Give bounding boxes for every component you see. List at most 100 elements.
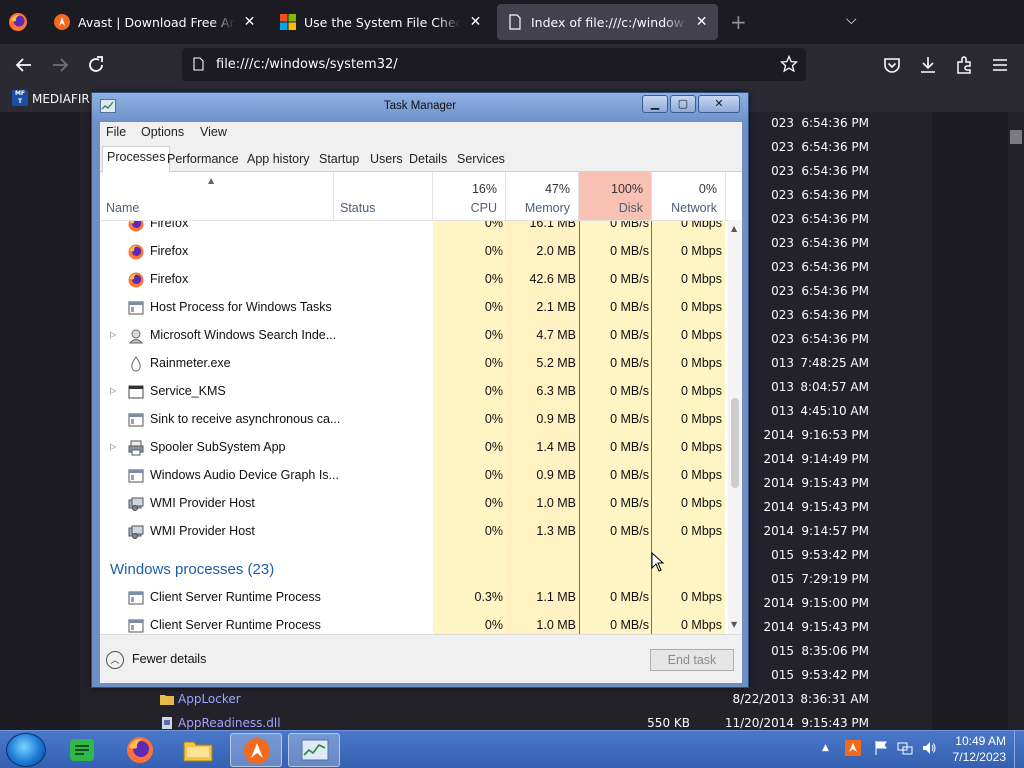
back-arrow-icon[interactable] xyxy=(13,54,35,76)
process-row[interactable]: ▷ Microsoft Windows Search Inde... 0% 4.7 M… xyxy=(100,322,728,350)
process-network: 0 Mbps xyxy=(681,384,722,398)
process-row[interactable]: Sink to receive asynchronous ca... 0% 0.9 … xyxy=(100,406,728,434)
tab-close-icon[interactable]: ✕ xyxy=(243,14,256,30)
end-task-button[interactable]: End task xyxy=(650,649,734,671)
process-disk: 0 MB/s xyxy=(610,272,649,286)
process-disk: 0 MB/s xyxy=(610,524,649,538)
firefox-menu-icon[interactable] xyxy=(8,12,28,32)
memory-total-percent: 47% xyxy=(544,182,570,196)
taskbar-app-avast[interactable] xyxy=(230,733,282,767)
process-row[interactable]: ▷ Spooler SubSystem App 0% 1.4 MB 0 MB/s 0 Mb… xyxy=(100,434,728,462)
process-row[interactable]: Firefox 0% 42.6 MB 0 MB/s 0 Mbps xyxy=(100,266,728,294)
hamburger-menu-icon[interactable] xyxy=(989,54,1011,76)
close-button[interactable]: ✕ xyxy=(698,95,740,113)
process-row[interactable]: WMI Provider Host 0% 1.0 MB 0 MB/s 0 Mbps xyxy=(100,490,728,518)
page-info-icon[interactable] xyxy=(192,57,206,71)
tab-close-icon[interactable]: ✕ xyxy=(469,14,482,30)
column-header-cpu[interactable]: 16% CPU xyxy=(433,172,506,220)
expand-arrow-icon[interactable]: ▷ xyxy=(110,442,116,451)
task-manager-titlebar[interactable]: Task Manager ▁ ▢ ✕ xyxy=(92,93,748,121)
scrollbar-thumb[interactable] xyxy=(731,398,739,488)
group-header-windows-processes[interactable]: Windows processes (23) xyxy=(110,561,274,578)
reload-icon[interactable] xyxy=(85,54,107,76)
process-row[interactable]: Client Server Runtime Process 0.3% 1.1 MB 0… xyxy=(100,584,728,612)
volume-icon[interactable] xyxy=(921,740,937,756)
tab-system-file-checker[interactable]: Use the System File Checker tool ✕ xyxy=(270,4,492,40)
taskbar-app-task-manager[interactable] xyxy=(288,733,340,767)
process-name: Client Server Runtime Process xyxy=(150,618,321,632)
menu-options[interactable]: Options xyxy=(141,125,184,139)
process-row[interactable]: Windows Audio Device Graph Is... 0% 0.9 MB… xyxy=(100,462,728,490)
avast-favicon-icon xyxy=(54,14,70,30)
column-header-memory[interactable]: 47% Memory xyxy=(506,172,579,220)
process-cpu: 0.3% xyxy=(474,590,504,604)
page-scrollbar-thumb[interactable] xyxy=(1010,130,1022,144)
downloads-icon[interactable] xyxy=(917,54,939,76)
process-list-scrollbar[interactable]: ▲ ▼ xyxy=(728,220,742,634)
taskbar-app-firefox[interactable] xyxy=(114,733,166,767)
listing-time: 9:15:43 PM xyxy=(801,500,869,514)
maximize-button[interactable]: ▢ xyxy=(670,95,696,113)
menu-view[interactable]: View xyxy=(200,125,227,139)
expand-arrow-icon[interactable]: ▷ xyxy=(110,330,116,339)
network-icon[interactable] xyxy=(897,740,913,756)
taskbar-app-notes[interactable] xyxy=(56,733,108,767)
process-row[interactable]: Host Process for Windows Tasks 0% 2.1 MB 0 … xyxy=(100,294,728,322)
tab-title: Use the System File Checker tool xyxy=(304,14,462,30)
tab-avast[interactable]: Avast | Download Free Antivirus ✕ xyxy=(44,4,266,40)
new-tab-button[interactable]: + xyxy=(730,10,747,34)
tab-close-icon[interactable]: ✕ xyxy=(695,14,708,30)
action-center-flag-icon[interactable] xyxy=(873,740,889,756)
fewer-details-link[interactable]: Fewer details xyxy=(132,652,206,666)
column-header-status[interactable]: Status xyxy=(334,172,433,220)
avast-icon xyxy=(244,738,270,764)
chevron-up-icon[interactable]: ︿ xyxy=(106,651,124,669)
tab-services[interactable]: Services xyxy=(452,148,510,172)
tab-details[interactable]: Details xyxy=(404,148,452,172)
listing-time: 9:16:53 PM xyxy=(801,428,869,442)
avast-tray-icon[interactable] xyxy=(845,740,861,756)
listing-entry-link[interactable]: AppReadiness.dll xyxy=(178,716,281,730)
column-header-disk[interactable]: 100% Disk xyxy=(579,172,652,220)
process-row[interactable]: ▷ Service_KMS 0% 6.3 MB 0 MB/s 0 Mbps xyxy=(100,378,728,406)
scroll-down-arrow-icon[interactable]: ▼ xyxy=(731,620,737,629)
list-all-tabs-icon[interactable]: ⌵ xyxy=(846,12,857,28)
clock-date[interactable]: 7/12/2023 xyxy=(953,750,1006,764)
process-row[interactable]: Rainmeter.exe 0% 5.2 MB 0 MB/s 0 Mbps xyxy=(100,350,728,378)
process-row[interactable]: Firefox 0% 2.0 MB 0 MB/s 0 Mbps xyxy=(100,238,728,266)
tab-processes[interactable]: Processes xyxy=(102,146,171,173)
bookmark-star-icon[interactable] xyxy=(780,55,798,73)
tab-startup[interactable]: Startup xyxy=(314,148,364,172)
taskbar-app-file-explorer[interactable] xyxy=(172,733,224,767)
tab-users[interactable]: Users xyxy=(365,148,408,172)
process-row[interactable]: Firefox 0% 16.1 MB 0 MB/s 0 Mbps xyxy=(100,220,728,238)
address-bar[interactable]: file:///c:/windows/system32/ xyxy=(182,48,806,81)
minimize-button[interactable]: ▁ xyxy=(642,95,668,113)
tab-app-history[interactable]: App history xyxy=(242,148,315,172)
expand-arrow-icon[interactable]: ▷ xyxy=(110,386,116,395)
firefox-icon xyxy=(128,244,144,260)
listing-entry-link[interactable]: AppLocker xyxy=(178,692,241,706)
forward-arrow-icon[interactable] xyxy=(49,54,71,76)
show-hidden-icons-icon[interactable]: ▲ xyxy=(822,743,838,759)
clock-time[interactable]: 10:49 AM xyxy=(955,734,1006,748)
scroll-up-arrow-icon[interactable]: ▲ xyxy=(731,224,737,233)
process-row[interactable]: WMI Provider Host 0% 1.3 MB 0 MB/s 0 Mbps xyxy=(100,518,728,546)
tab-performance[interactable]: Performance xyxy=(162,148,244,172)
process-row[interactable]: Client Server Runtime Process 0% 1.0 MB 0 M… xyxy=(100,612,728,634)
process-name: Service_KMS xyxy=(150,384,226,398)
window-app-icon xyxy=(128,469,144,483)
column-header-name[interactable]: Name xyxy=(100,172,334,220)
process-disk: 0 MB/s xyxy=(610,468,649,482)
bookmark-mediafire[interactable]: MEDIAFIRE xyxy=(32,92,97,106)
column-header-network[interactable]: 0% Network xyxy=(652,172,726,220)
menu-file[interactable]: File xyxy=(106,125,126,139)
process-memory: 4.7 MB xyxy=(536,328,576,342)
page-scrollbar[interactable] xyxy=(1008,112,1024,730)
pocket-icon[interactable] xyxy=(881,54,903,76)
process-cpu: 0% xyxy=(484,220,503,230)
start-button[interactable] xyxy=(6,733,46,767)
extensions-icon[interactable] xyxy=(953,54,975,76)
tab-index-system32[interactable]: Index of file:///c:/windows/system32/ ✕ xyxy=(497,4,718,40)
show-desktop-button[interactable] xyxy=(1014,731,1024,768)
